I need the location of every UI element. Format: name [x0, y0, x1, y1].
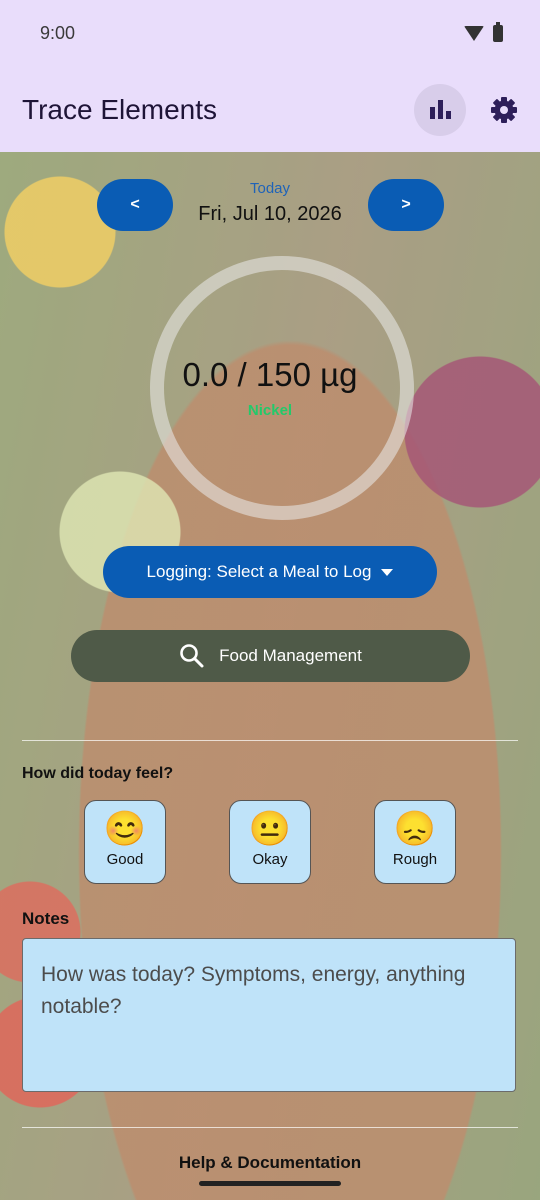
search-icon	[180, 644, 204, 668]
mood-okay-button[interactable]: 😐 Okay	[229, 800, 311, 884]
notes-label: Notes	[22, 909, 70, 928]
battery-icon	[493, 22, 503, 42]
dropdown-caret-icon	[381, 568, 394, 576]
meal-logging-dropdown[interactable]: Logging: Select a Meal to Log	[103, 546, 437, 598]
status-time: 9:00	[40, 23, 76, 43]
wifi-icon	[464, 26, 484, 41]
disappointed-face-icon: 😞	[393, 810, 437, 848]
next-day-button[interactable]: >	[368, 179, 444, 231]
status-bar: 9:00	[0, 0, 540, 68]
mood-label: Okay	[252, 851, 288, 868]
stats-button[interactable]	[414, 84, 466, 136]
smiling-face-icon: 😊	[103, 810, 147, 848]
divider	[22, 1127, 518, 1128]
gesture-handle[interactable]	[199, 1181, 341, 1186]
mood-rough-button[interactable]: 😞 Rough	[374, 800, 456, 884]
help-documentation-link[interactable]: Help & Documentation	[0, 1153, 540, 1173]
food-management-button[interactable]: Food Management	[71, 630, 470, 682]
gear-icon	[491, 97, 517, 123]
mood-label: Rough	[392, 851, 438, 868]
main-content: < Today Fri, Jul 10, 2026 > 0.0 / 150 µg…	[0, 152, 540, 1200]
settings-button[interactable]	[478, 84, 530, 136]
mood-good-button[interactable]: 😊 Good	[84, 800, 166, 884]
app-bar: Trace Elements	[0, 68, 540, 152]
food-management-label: Food Management	[219, 646, 362, 665]
app-title: Trace Elements	[22, 94, 218, 125]
mood-label: Good	[106, 851, 144, 868]
notes-field[interactable]	[22, 938, 516, 1092]
divider	[22, 740, 518, 741]
neutral-face-icon: 😐	[248, 810, 292, 848]
current-date: Fri, Jul 10, 2026	[198, 203, 342, 225]
logging-label: Logging: Select a Meal to Log	[146, 562, 372, 581]
element-name: Nickel	[247, 402, 293, 419]
today-label: Today	[249, 180, 291, 197]
intake-amount: 0.0 / 150 µg	[182, 356, 358, 393]
mood-question: How did today feel?	[22, 765, 174, 782]
